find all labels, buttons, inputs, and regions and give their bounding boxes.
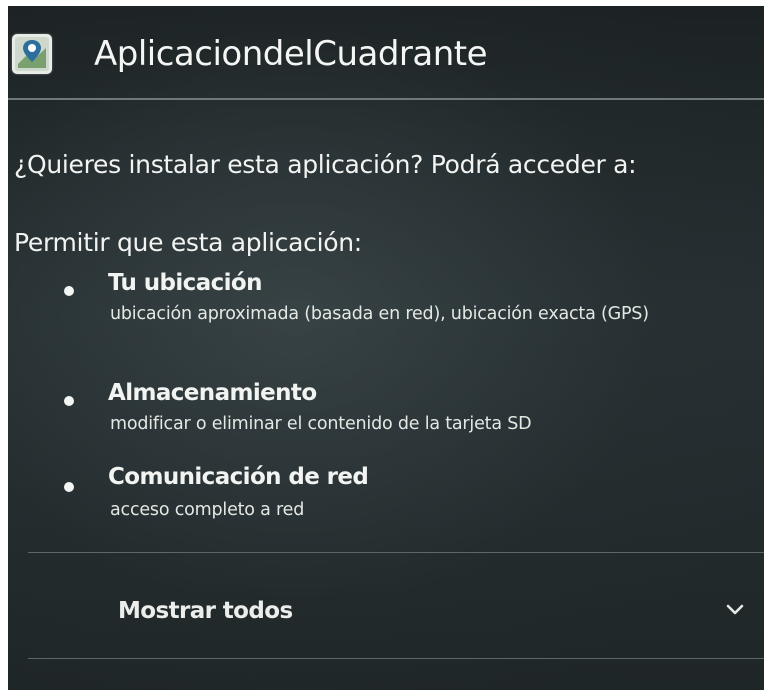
section-divider	[28, 552, 764, 553]
install-question: ¿Quieres instalar esta aplicación? Podrá…	[14, 150, 637, 179]
show-all-button[interactable]: Mostrar todos	[28, 568, 764, 658]
section-divider	[28, 658, 764, 659]
permission-description: acceso completo a red	[110, 500, 305, 520]
permission-description: ubicación aproximada (basada en red), ub…	[110, 304, 649, 324]
app-title: AplicaciondelCuadrante	[94, 34, 488, 74]
show-all-label: Mostrar todos	[118, 598, 293, 624]
install-permissions-screen: AplicaciondelCuadrante ¿Quieres instalar…	[8, 6, 764, 690]
bullet	[64, 286, 74, 296]
permit-heading: Permitir que esta aplicación:	[14, 228, 362, 257]
bullet	[64, 396, 74, 406]
chevron-down-icon	[726, 604, 744, 615]
permission-title: Comunicación de red	[108, 464, 369, 490]
bullet	[64, 482, 74, 492]
permission-description: modificar o eliminar el contenido de la …	[110, 414, 532, 434]
title-bar: AplicaciondelCuadrante	[8, 6, 764, 98]
title-divider	[8, 98, 764, 100]
permission-title: Tu ubicación	[108, 270, 263, 296]
permission-title: Almacenamiento	[108, 380, 317, 406]
map-pin-icon	[12, 34, 52, 74]
